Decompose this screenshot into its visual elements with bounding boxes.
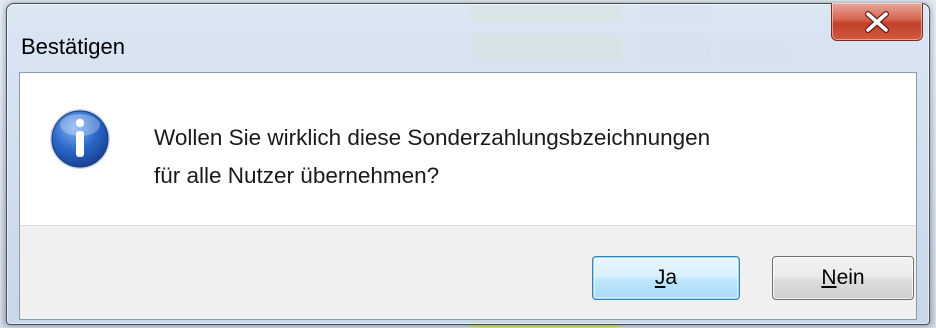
yes-button[interactable]: Ja [592,256,740,300]
dialog-button-bar: Ja Nein [20,225,916,319]
yes-button-accelerator: J [654,266,666,289]
dialog-message: Wollen Sie wirklich diese Sonderzahlungs… [154,119,710,195]
dialog-message-line: Wollen Sie wirklich diese Sonderzahlungs… [154,125,711,150]
close-icon [865,10,889,33]
no-button-accelerator: N [821,266,837,289]
dialog-content: Wollen Sie wirklich diese Sonderzahlungs… [20,73,916,225]
confirm-dialog: Bestätigen Wollen Sie wirklich diese Son… [6,3,930,325]
information-icon [50,109,110,169]
dialog-client-area: Wollen Sie wirklich diese Sonderzahlungs… [19,72,917,320]
close-button[interactable] [831,3,923,41]
dialog-title: Bestätigen [21,34,125,59]
dialog-titlebar[interactable]: Bestätigen [7,3,929,74]
dialog-message-line: für alle Nutzer übernehmen? [154,163,440,188]
yes-button-label: a [665,266,678,289]
no-button-label: ein [836,266,865,289]
no-button[interactable]: Nein [772,256,914,300]
